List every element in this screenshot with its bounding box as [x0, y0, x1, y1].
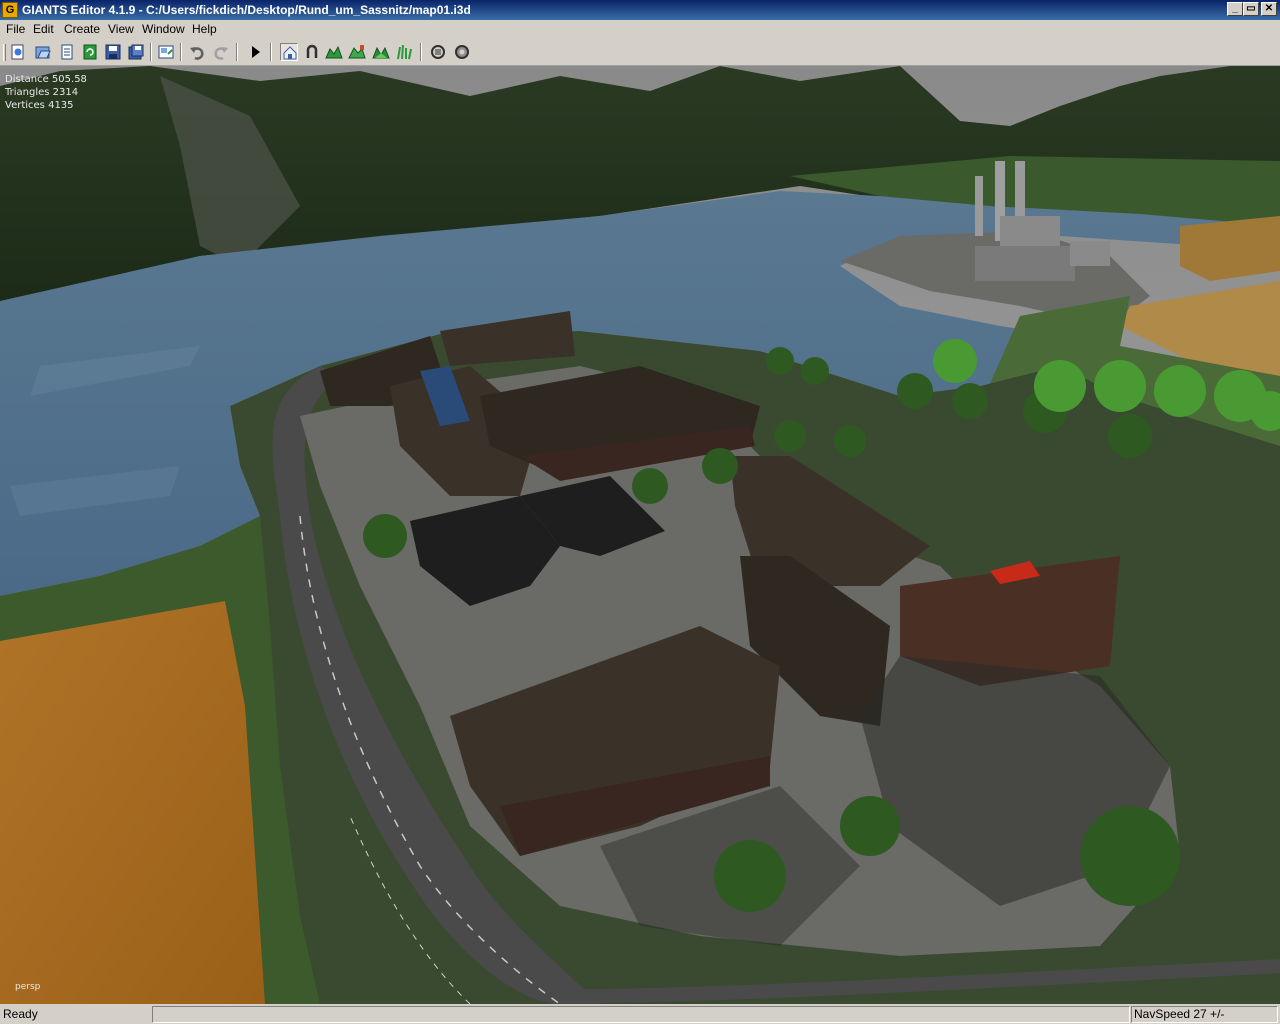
- settings-icon[interactable]: [453, 43, 471, 61]
- status-pane-empty: [152, 1006, 1130, 1023]
- menu-window[interactable]: Window: [142, 22, 185, 36]
- nav-speed-indicator: NavSpeed 27 +/-: [1131, 1006, 1278, 1023]
- minimize-button[interactable]: _: [1227, 2, 1243, 16]
- undo-icon[interactable]: [188, 43, 206, 61]
- foliage-paint-icon[interactable]: [372, 43, 390, 61]
- stat-triangles: Triangles 2314: [5, 87, 79, 98]
- 3d-viewport[interactable]: Distance 505.58 Triangles 2314 Vertices …: [0, 66, 1280, 1004]
- toolbar-separator: [150, 43, 152, 61]
- menu-create[interactable]: Create: [64, 22, 100, 36]
- restore-button[interactable]: ▭: [1243, 2, 1259, 16]
- toolbar: [0, 39, 1280, 66]
- toolbar-grip[interactable]: [3, 44, 6, 61]
- new-icon[interactable]: [9, 43, 27, 61]
- stat-distance: Distance 505.58: [5, 74, 87, 85]
- object-place-icon[interactable]: [429, 43, 447, 61]
- toolbar-separator: [180, 43, 182, 61]
- terrain-paint-icon[interactable]: [348, 43, 366, 61]
- camera-mode-label: persp: [15, 982, 41, 992]
- status-bar: Ready NavSpeed 27 +/-: [0, 1004, 1280, 1024]
- toolbar-separator: [420, 43, 422, 61]
- menu-file[interactable]: File: [6, 22, 25, 36]
- menu-view[interactable]: View: [108, 22, 134, 36]
- move-icon[interactable]: [303, 43, 321, 61]
- terrain-sculpt-icon[interactable]: [325, 43, 343, 61]
- redo-icon[interactable]: [212, 43, 230, 61]
- status-text: Ready: [3, 1007, 38, 1021]
- save-icon[interactable]: [104, 43, 122, 61]
- scene-render: [0, 66, 1280, 1004]
- refresh-icon[interactable]: [81, 43, 99, 61]
- save-all-icon[interactable]: [127, 43, 145, 61]
- stat-vertices: Vertices 4135: [5, 100, 74, 111]
- window-title: GIANTS Editor 4.1.9 - C:/Users/fickdich/…: [22, 3, 471, 17]
- play-icon[interactable]: [246, 43, 264, 61]
- home-select-icon[interactable]: [280, 43, 298, 61]
- open-icon[interactable]: [34, 43, 52, 61]
- menu-edit[interactable]: Edit: [33, 22, 54, 36]
- menu-help[interactable]: Help: [192, 22, 217, 36]
- toolbar-separator: [270, 43, 272, 61]
- title-bar: G GIANTS Editor 4.1.9 - C:/Users/fickdic…: [0, 0, 1280, 20]
- menu-bar: File Edit Create View Window Help: [0, 20, 1280, 39]
- export-icon[interactable]: [157, 43, 175, 61]
- grass-paint-icon[interactable]: [395, 43, 413, 61]
- import-icon[interactable]: [58, 43, 76, 61]
- toolbar-separator: [236, 43, 238, 61]
- close-button[interactable]: ✕: [1261, 2, 1277, 16]
- viewport-stats: Distance 505.58 Triangles 2314 Vertices …: [5, 73, 87, 112]
- giants-app-icon: G: [2, 2, 18, 18]
